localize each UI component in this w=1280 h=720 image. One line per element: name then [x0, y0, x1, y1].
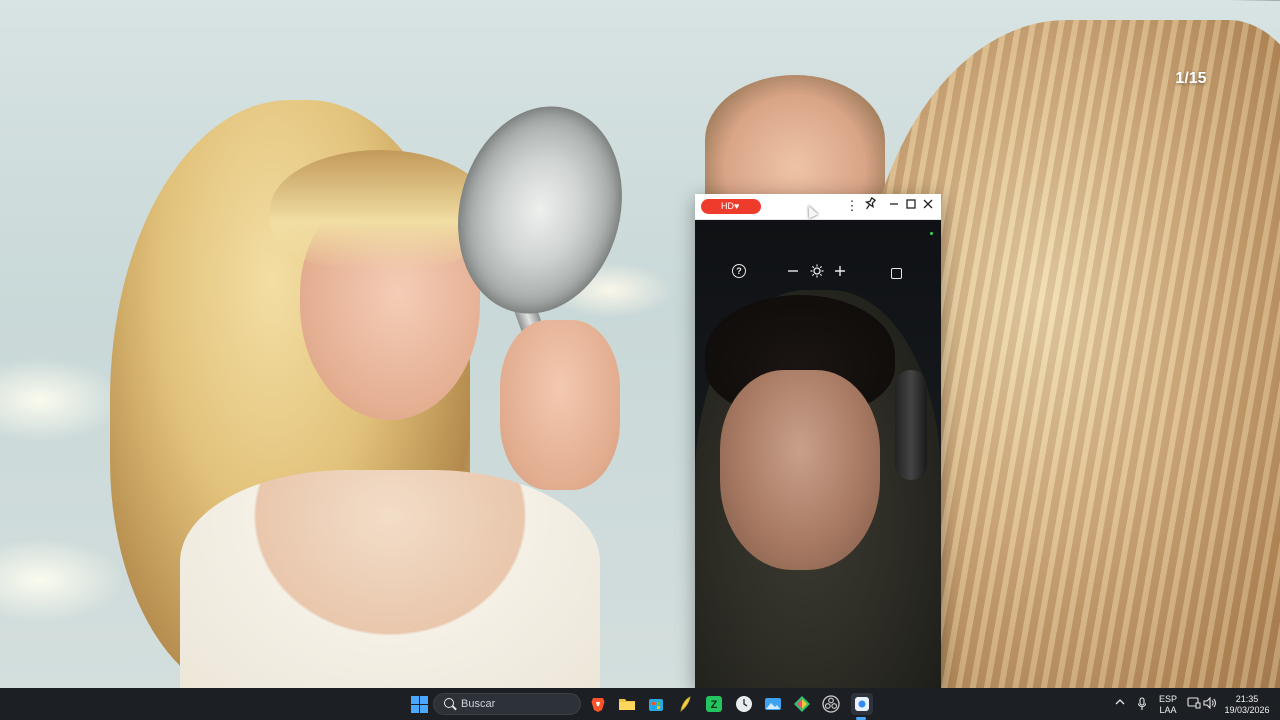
feather-app-icon[interactable]: [675, 694, 695, 714]
pin-icon[interactable]: [861, 196, 879, 215]
camera-person-headset: [895, 370, 927, 480]
keyboard-layout: LAA: [1159, 705, 1177, 715]
clock-date: 19/03/2026: [1224, 705, 1270, 715]
brightness-icon[interactable]: [808, 264, 826, 282]
language-indicator[interactable]: ESP LAA: [1157, 694, 1179, 716]
svg-text:Z: Z: [711, 699, 718, 711]
camera-controls: ?: [695, 264, 941, 286]
obs-icon[interactable]: [821, 694, 841, 714]
windows-logo-icon: [410, 695, 428, 713]
search-icon: [444, 698, 454, 708]
minimize-icon[interactable]: [885, 197, 903, 215]
clock-app-icon[interactable]: [734, 694, 754, 714]
slide-counter: 1/15: [1175, 70, 1207, 87]
camera-person-face: [720, 370, 880, 570]
active-app-icon[interactable]: [851, 693, 873, 715]
camera-feed: ?: [695, 220, 941, 688]
file-explorer-icon[interactable]: [617, 694, 637, 714]
photo-woman-bangs: [270, 150, 490, 270]
photo-woman-hands: [500, 320, 620, 490]
zoom-in-icon[interactable]: [831, 264, 849, 282]
taskbar-search[interactable]: Buscar: [433, 693, 581, 715]
clock-time: 21:35: [1235, 694, 1259, 704]
frame-icon[interactable]: [891, 268, 902, 279]
spreadsheet-app-icon[interactable]: Z: [704, 694, 724, 714]
hd-badge[interactable]: HD♥: [701, 199, 761, 214]
language-code: ESP: [1158, 694, 1177, 704]
search-placeholder: Buscar: [461, 698, 496, 710]
maximize-icon[interactable]: [902, 197, 920, 215]
photo-mirror-reflection: [705, 75, 885, 205]
code-app-icon[interactable]: [792, 694, 812, 714]
photos-app-icon[interactable]: [763, 694, 783, 714]
brave-browser-icon[interactable]: [588, 694, 608, 714]
camera-window-titlebar[interactable]: HD♥ ⋮: [695, 194, 941, 220]
network-icon[interactable]: [1187, 697, 1201, 713]
clock-area[interactable]: 21:35 19/03/2026: [1222, 694, 1272, 716]
camera-window[interactable]: HD♥ ⋮ ?: [695, 194, 941, 688]
start-button[interactable]: [409, 694, 429, 714]
taskbar: Buscar Z ESP LAA 21:35 19/03/2026: [0, 688, 1280, 720]
more-vertical-icon[interactable]: ⋮: [843, 197, 861, 215]
camera-status-dot: [930, 232, 933, 235]
zoom-out-icon[interactable]: [784, 264, 802, 282]
photo-woman-dress: [180, 470, 600, 688]
app-store-icon[interactable]: [646, 694, 666, 714]
microphone-icon[interactable]: [1137, 697, 1147, 715]
close-icon[interactable]: [919, 197, 937, 215]
help-icon[interactable]: ?: [732, 264, 746, 278]
desktop-wallpaper: [0, 0, 1280, 688]
volume-icon[interactable]: [1203, 696, 1217, 713]
chevron-up-icon[interactable]: [1115, 697, 1125, 712]
